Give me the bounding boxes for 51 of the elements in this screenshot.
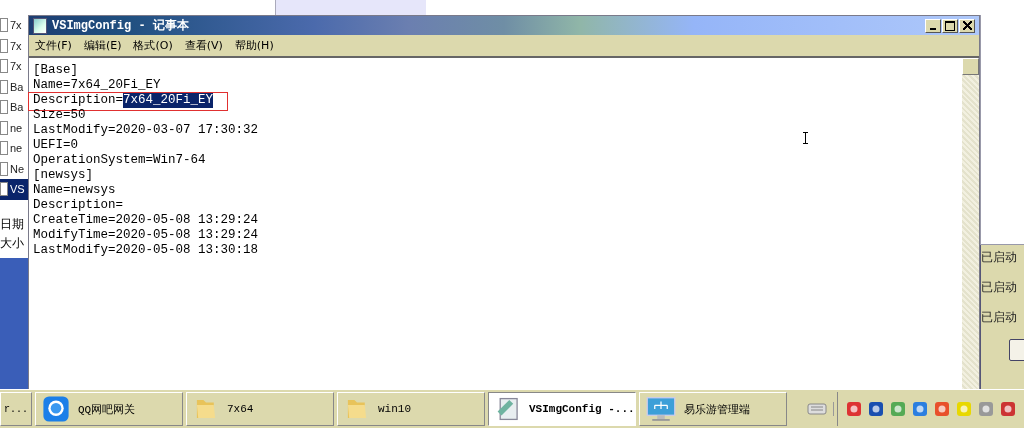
text-line: LastModify=2020-05-08 13:30:18 (33, 243, 259, 258)
file-item[interactable]: ne (0, 138, 28, 159)
maximize-button[interactable] (942, 18, 958, 33)
scrollbar[interactable] (962, 58, 979, 390)
file-item[interactable]: 7x (0, 56, 28, 77)
text-line: ModifyTime=2020-05-08 13:29:24 (33, 228, 259, 243)
taskbar-button[interactable]: r... (0, 392, 32, 427)
notepad-icon (33, 17, 47, 34)
text-line: OperationSystem=Win7-64 (33, 153, 206, 168)
monitor-icon (646, 396, 676, 423)
menu-item[interactable]: 文件(F) (35, 38, 72, 53)
notepad-icon (495, 396, 521, 423)
file-item[interactable]: 7x (0, 35, 28, 56)
scroll-up-button[interactable] (962, 58, 979, 75)
file-item[interactable]: Ba (0, 76, 28, 97)
close-button[interactable] (959, 18, 975, 33)
file-item[interactable]: Ne (0, 158, 28, 179)
menu-item[interactable]: 查看(V) (184, 38, 223, 53)
text-line: Description= (33, 93, 123, 108)
text-line: [newsys] (33, 168, 93, 183)
text-line: Size=50 (33, 108, 86, 123)
taskbar-button[interactable]: win10 (337, 392, 485, 427)
file-item[interactable]: VS (0, 179, 28, 200)
file-icon (0, 182, 8, 197)
text-line: Description= (33, 198, 123, 213)
text-cursor-icon (803, 132, 808, 144)
detail-label: 大小 (0, 234, 25, 252)
text-line: [Base] (33, 63, 78, 78)
detail-label: 日期 (0, 215, 25, 233)
file-item[interactable]: Ba (0, 97, 28, 118)
text-line: CreateTime=2020-05-08 13:29:24 (33, 213, 259, 228)
taskbar-button[interactable]: 易乐游管理端 (639, 392, 787, 427)
text-line: UEFI=0 (33, 138, 78, 153)
file-item[interactable]: ne (0, 117, 28, 138)
status-text: 已启动 (981, 279, 1018, 296)
file-item[interactable]: 7x (0, 15, 28, 36)
chat-icon (42, 395, 70, 424)
minimize-button[interactable] (925, 18, 941, 33)
text-line: Name=7x64_20Fi_EY (33, 78, 161, 93)
taskbar-button[interactable]: 7x64 (186, 392, 334, 427)
taskbar-button[interactable]: QQ网吧网关 (35, 392, 183, 427)
menu-item[interactable]: 编辑(E) (83, 38, 122, 53)
menu-item[interactable]: 格式(O) (133, 38, 173, 53)
text-line: Name=newsys (33, 183, 116, 198)
text-line: LastModify=2020-03-07 17:30:32 (33, 123, 259, 138)
menu-item[interactable]: 帮助(H) (234, 38, 274, 53)
taskbar-button[interactable]: VSImgConfig -... (488, 392, 636, 427)
status-text: 已启动 (981, 249, 1018, 266)
window-title: VSImgConfig - 记事本 (52, 18, 189, 34)
status-text: 已启动 (981, 309, 1018, 326)
selected-text: 7x64_20Fi_EY (123, 93, 214, 108)
